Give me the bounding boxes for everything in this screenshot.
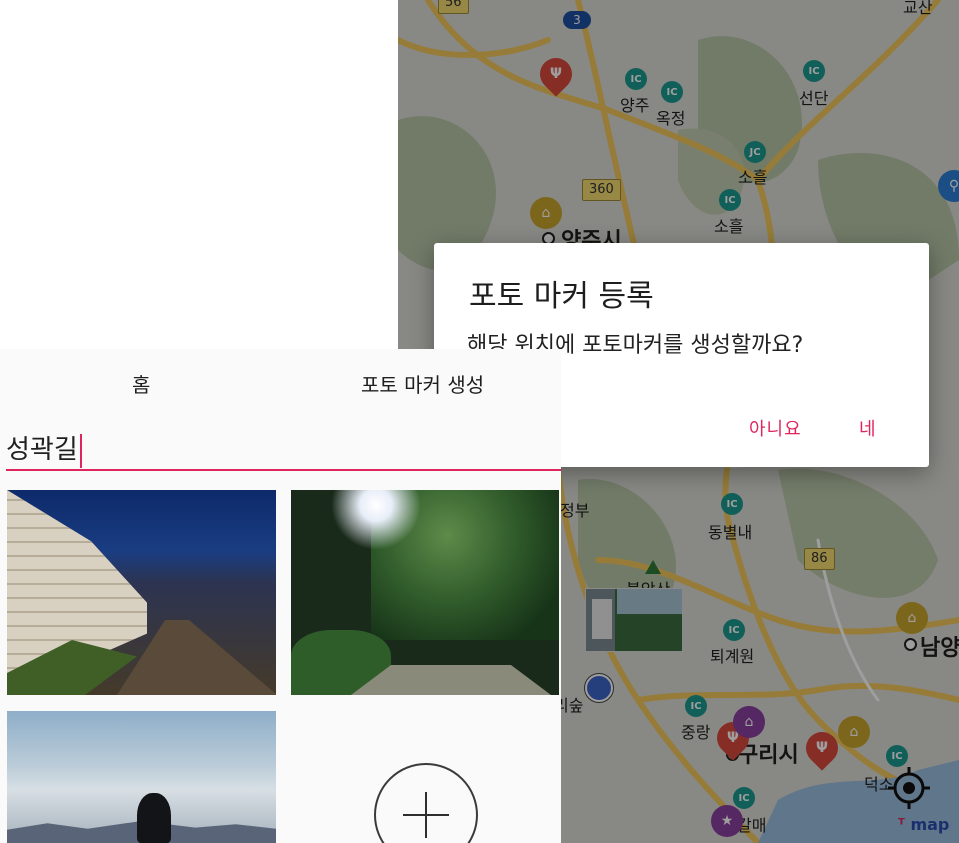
search-field[interactable]: 성곽길 [6, 427, 561, 471]
photo-person [137, 793, 171, 843]
add-photo-button[interactable] [374, 763, 478, 843]
yes-button[interactable]: 네 [859, 415, 877, 441]
photo-thumbnail[interactable] [7, 711, 276, 843]
blank-area [0, 0, 398, 349]
plus-icon [425, 792, 427, 838]
photo-panel: 홈 포토 마커 생성 성곽길 [0, 349, 561, 843]
search-input[interactable]: 성곽길 [6, 429, 82, 468]
text-caret [79, 433, 82, 468]
dialog-title: 포토 마커 등록 [469, 279, 654, 314]
tab-create-photo-marker[interactable]: 포토 마커 생성 [361, 369, 484, 398]
tab-home[interactable]: 홈 [132, 369, 150, 398]
search-input-value: 성곽길 [6, 435, 78, 465]
no-button[interactable]: 아니요 [749, 415, 802, 441]
photo-thumbnail[interactable] [7, 490, 276, 695]
photo-thumbnail[interactable] [291, 490, 559, 695]
